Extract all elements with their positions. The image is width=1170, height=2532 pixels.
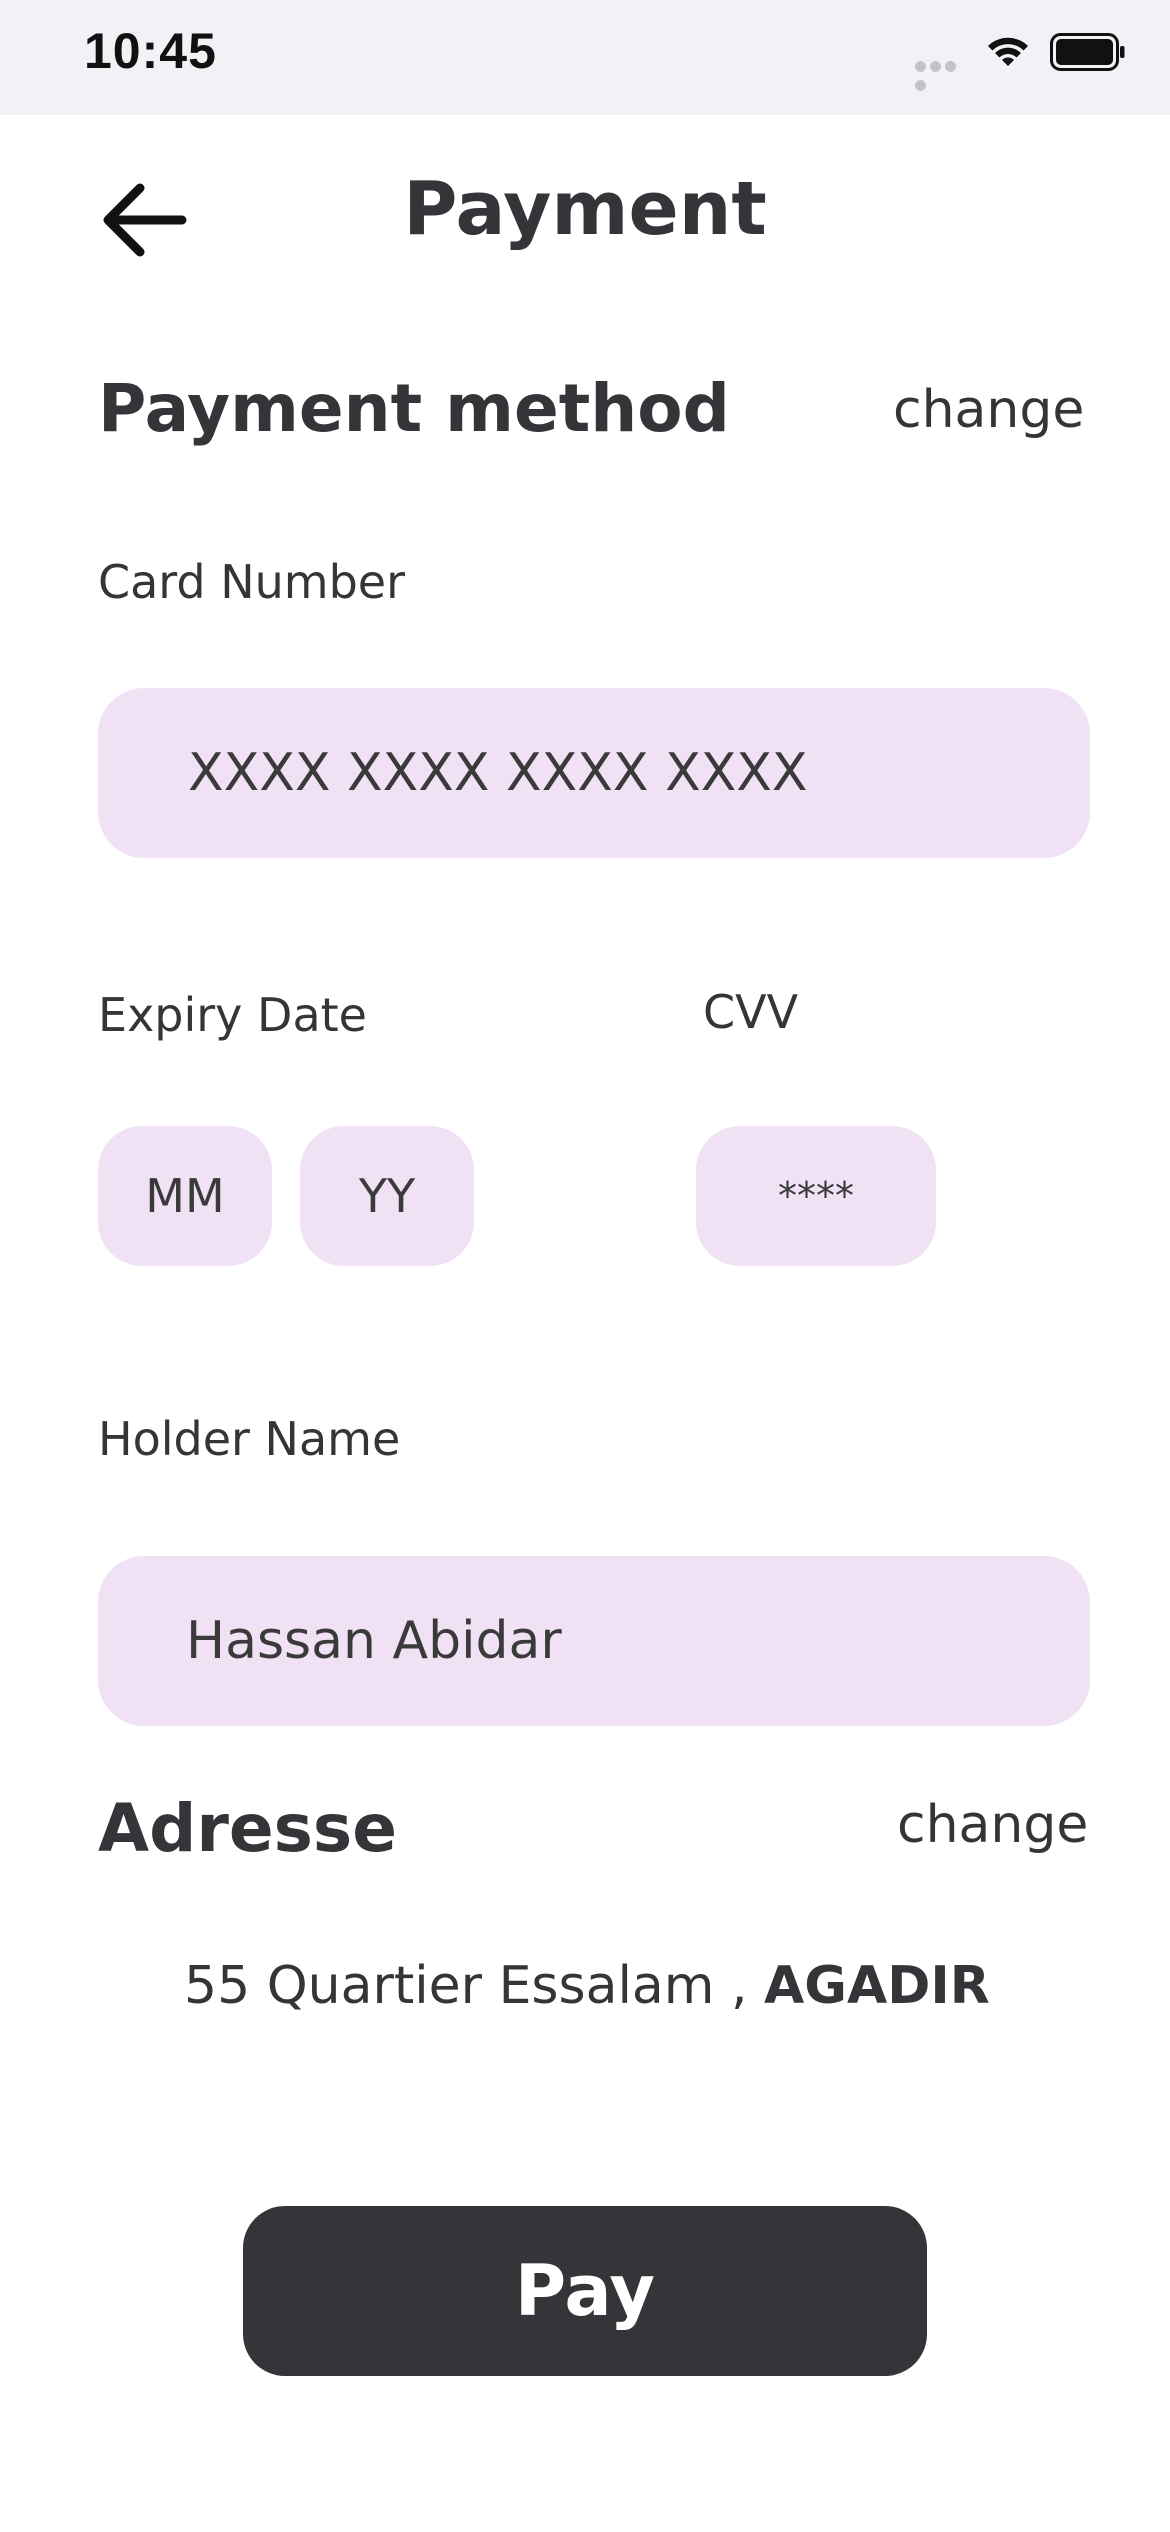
- cvv-label: CVV: [703, 985, 799, 1039]
- cellular-signal-icon: [915, 57, 971, 91]
- status-bar: 10:45: [0, 0, 1170, 115]
- address-street: 55 Quartier Essalam ,: [184, 1956, 748, 2016]
- change-address-link[interactable]: change: [897, 1795, 1088, 1855]
- payment-method-heading: Payment method: [98, 370, 730, 447]
- cvv-input[interactable]: [696, 1126, 936, 1266]
- status-time: 10:45: [84, 23, 217, 79]
- pay-button[interactable]: Pay: [243, 2206, 927, 2376]
- expiry-date-label: Expiry Date: [98, 988, 367, 1042]
- change-payment-method-link[interactable]: change: [893, 380, 1084, 440]
- page-title: Payment: [403, 166, 767, 252]
- battery-icon: [1050, 33, 1125, 71]
- card-number-label: Card Number: [98, 555, 406, 609]
- card-number-input[interactable]: [98, 688, 1090, 858]
- address-line: 55 Quartier Essalam , AGADIR: [184, 1956, 990, 2016]
- expiry-month-input[interactable]: [98, 1126, 272, 1266]
- holder-name-label: Holder Name: [98, 1412, 401, 1466]
- wifi-icon: [988, 37, 1028, 66]
- address-heading: Adresse: [98, 1790, 397, 1867]
- address-city: AGADIR: [764, 1956, 990, 2016]
- expiry-year-input[interactable]: [300, 1126, 474, 1266]
- holder-name-input[interactable]: [98, 1556, 1090, 1726]
